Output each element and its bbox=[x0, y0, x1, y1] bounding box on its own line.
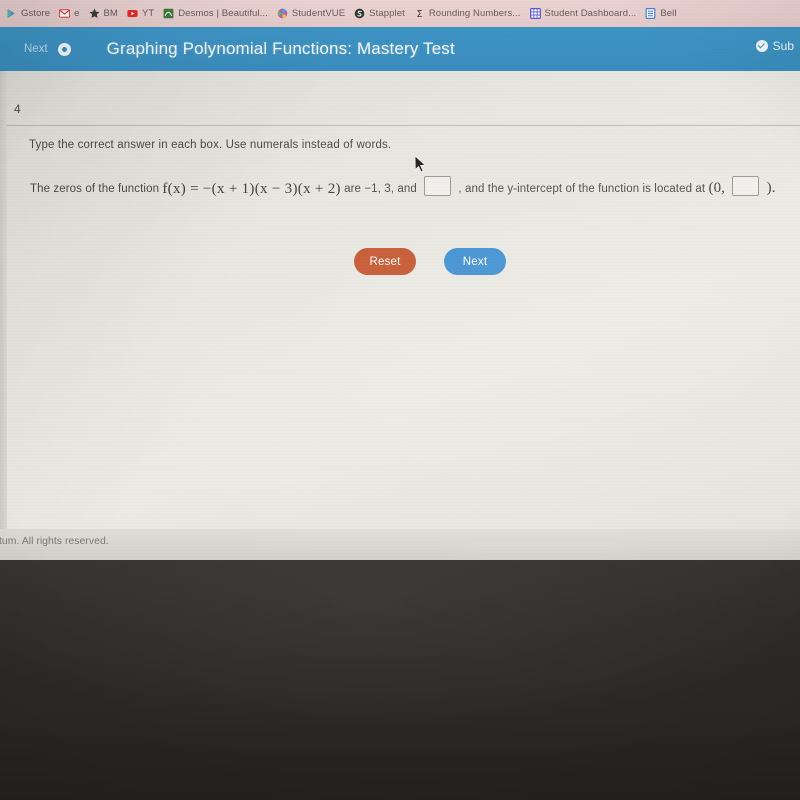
question-number: 4 bbox=[14, 102, 21, 116]
bookmark-stapplet[interactable]: Stapplet bbox=[350, 3, 410, 25]
left-gutter bbox=[0, 71, 7, 560]
bookmark-bm[interactable]: BM bbox=[85, 3, 123, 25]
bookmark-label: StudentVUE bbox=[291, 8, 346, 19]
gmail-icon bbox=[59, 9, 71, 18]
stem-text-part-1: The zeros of the function bbox=[30, 183, 160, 195]
bezel-sheen bbox=[0, 560, 800, 800]
bookmark-bell[interactable]: Bell bbox=[641, 3, 681, 25]
grid-icon bbox=[529, 8, 541, 19]
bookmark-label: Stapplet bbox=[369, 8, 405, 19]
bookmark-youtube[interactable]: YT bbox=[123, 3, 159, 25]
bookmark-label: BM bbox=[103, 8, 118, 19]
circle-next-icon[interactable] bbox=[57, 42, 71, 56]
stem-text-part-3: , and the y-intercept of the function is… bbox=[458, 183, 706, 195]
math-expression: f(x) = −(x + 1)(x − 3)(x + 2) bbox=[162, 181, 341, 197]
stapplet-icon bbox=[354, 8, 365, 19]
question-instructions: Type the correct answer in each box. Use… bbox=[29, 139, 392, 151]
copyright-text: tum. All rights reserved. bbox=[0, 535, 109, 547]
desmos-icon bbox=[163, 8, 174, 19]
header-next-nav-label[interactable]: Next bbox=[24, 43, 48, 55]
bookmark-gmail[interactable]: e bbox=[55, 3, 84, 25]
question-stem: The zeros of the function f(x) = −(x + 1… bbox=[30, 175, 800, 202]
studentvue-icon bbox=[277, 8, 288, 19]
star-icon bbox=[89, 8, 99, 18]
bookmark-label: Gstore bbox=[21, 8, 51, 19]
bookmark-studentvue[interactable]: StudentVUE bbox=[273, 3, 350, 25]
y-intercept-open-paren: (0, bbox=[708, 180, 726, 196]
answer-input-1[interactable] bbox=[424, 176, 452, 196]
question-action-buttons: Reset Next bbox=[354, 248, 506, 275]
y-intercept-close-paren: ). bbox=[766, 180, 776, 196]
screenshot-root: Gstore e BM YT Desmos | Beautiful... Stu… bbox=[0, 0, 800, 800]
submit-test-button[interactable]: Sub bbox=[755, 39, 794, 53]
youtube-icon bbox=[127, 10, 138, 17]
bookmark-label: Desmos | Beautiful... bbox=[178, 8, 268, 19]
assessment-header-bar: Next Graphing Polynomial Functions: Mast… bbox=[0, 27, 800, 71]
monitor-screen-area: Gstore e BM YT Desmos | Beautiful... Stu… bbox=[0, 0, 800, 560]
page-title: Graphing Polynomial Functions: Mastery T… bbox=[106, 39, 455, 58]
sigma-icon: Σ bbox=[416, 9, 422, 19]
browser-bookmarks-bar: Gstore e BM YT Desmos | Beautiful... Stu… bbox=[0, 0, 800, 27]
bookmark-label: Rounding Numbers... bbox=[428, 8, 521, 19]
bookmark-desmos[interactable]: Desmos | Beautiful... bbox=[159, 3, 273, 25]
monitor-bezel bbox=[0, 560, 800, 800]
svg-text:Σ: Σ bbox=[416, 9, 422, 19]
bookmark-label: Student Dashboard... bbox=[544, 8, 637, 19]
google-store-icon bbox=[7, 8, 15, 19]
footer-bar: tum. All rights reserved. bbox=[0, 529, 800, 560]
bookmark-label: Bell bbox=[660, 8, 677, 19]
next-button[interactable]: Next bbox=[444, 248, 506, 275]
bookmark-student-dashboard[interactable]: Student Dashboard... bbox=[526, 3, 642, 25]
assessment-content-area: 4 Type the correct answer in each box. U… bbox=[0, 71, 800, 560]
mouse-pointer-icon bbox=[414, 155, 427, 173]
reset-button[interactable]: Reset bbox=[354, 248, 416, 275]
submit-test-label: Sub bbox=[772, 39, 794, 53]
check-circle-icon bbox=[755, 40, 768, 52]
bookmark-rounding-numbers[interactable]: Σ Rounding Numbers... bbox=[410, 3, 526, 25]
document-icon bbox=[645, 8, 656, 19]
bookmark-gstore[interactable]: Gstore bbox=[2, 3, 55, 25]
bookmark-label: YT bbox=[141, 8, 155, 19]
bookmark-label: e bbox=[74, 8, 80, 19]
stem-text-part-2: are −1, 3, and bbox=[344, 183, 417, 195]
answer-input-2[interactable] bbox=[732, 176, 760, 196]
question-divider bbox=[7, 125, 800, 126]
